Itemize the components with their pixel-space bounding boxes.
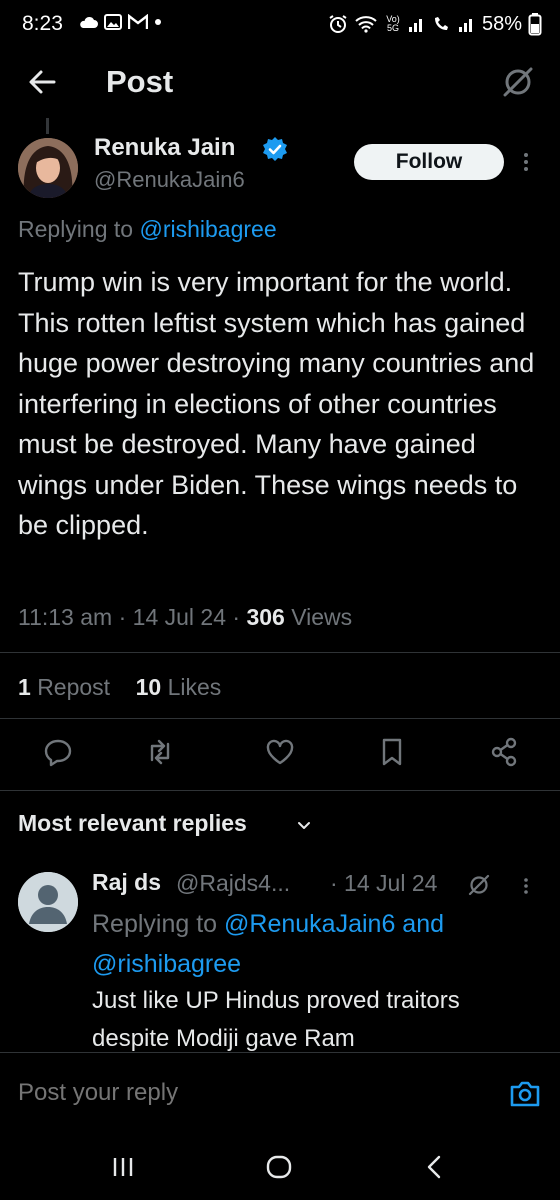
status-time: 8:23 [22, 12, 63, 35]
views-count: 306 [246, 604, 285, 630]
reply-text: Just like UP Hindus proved traitors desp… [92, 987, 460, 1052]
reposts-count: 1 [18, 674, 31, 700]
back-nav-icon[interactable] [420, 1152, 450, 1182]
reply-input[interactable] [18, 1079, 478, 1107]
views-label: Views [291, 604, 353, 630]
grok-icon[interactable] [466, 872, 492, 898]
gallery-icon [104, 14, 122, 30]
signal-icon-2 [458, 19, 472, 32]
replying-to-link[interactable]: @rishibagree [92, 950, 241, 978]
avatar-photo [18, 138, 78, 198]
more-options-icon[interactable] [514, 150, 538, 174]
recent-apps-icon[interactable] [108, 1152, 138, 1182]
system-nav-bar [0, 1140, 560, 1200]
replying-to-and: and [395, 910, 445, 938]
alarm-icon [329, 15, 347, 33]
follow-button[interactable]: Follow [354, 144, 504, 180]
status-bar: 8:23 Vo) 5G 58% [0, 0, 560, 52]
divider [0, 652, 560, 653]
reposts-stat[interactable]: 1 Repost [18, 674, 110, 700]
chevron-down-icon[interactable] [296, 818, 312, 834]
share-icon[interactable] [488, 736, 520, 768]
camera-icon[interactable] [508, 1077, 542, 1111]
like-icon[interactable] [264, 736, 296, 768]
likes-label: Likes [167, 674, 222, 700]
replying-to-prefix: Replying to [18, 216, 140, 242]
post-actions [0, 736, 560, 776]
wifi-icon [355, 16, 377, 33]
post-meta: 11:13 am · 14 Jul 24 · 306 Views [18, 604, 352, 631]
meta-separator: · [118, 604, 133, 630]
replying-to-link[interactable]: @rishibagree [139, 216, 276, 242]
grok-icon[interactable] [500, 64, 536, 100]
post-text: Trump win is very important for the worl… [18, 267, 535, 540]
status-notification-icons [78, 14, 162, 30]
reply-date[interactable]: · 14 Jul 24 [330, 870, 437, 897]
reply-composer [0, 1052, 560, 1140]
battery-icon [528, 13, 542, 36]
reposts-label: Repost [37, 674, 111, 700]
top-bar: Post [0, 52, 560, 114]
gmail-icon [128, 14, 148, 29]
page-title: Post [106, 64, 174, 99]
post-time[interactable]: 11:13 am [18, 604, 112, 630]
likes-stat[interactable]: 10 Likes [136, 674, 222, 700]
post-date[interactable]: 14 Jul 24 [133, 604, 226, 630]
reply-author-name[interactable]: Raj ds [92, 869, 161, 896]
likes-count: 10 [135, 674, 162, 700]
battery-percent: 58% [481, 12, 522, 35]
call-wifi-icon [434, 17, 448, 30]
verified-badge-icon [263, 137, 287, 161]
repost-icon[interactable] [144, 736, 176, 768]
meta-separator: · [232, 604, 247, 630]
replying-to-line: Replying to @rishibagree [18, 216, 277, 243]
replying-to-prefix: Replying to [92, 910, 225, 938]
divider [0, 790, 560, 791]
network-label: Vo) 5G [386, 14, 400, 33]
bookmark-icon[interactable] [376, 736, 408, 768]
replies-sort-toggle[interactable]: Most relevant replies [18, 810, 247, 837]
default-avatar-icon [18, 872, 78, 932]
author-handle[interactable]: @RenukaJain6 [94, 167, 245, 193]
author-name[interactable]: Renuka Jain [94, 134, 235, 162]
divider [0, 718, 560, 719]
reply-author-handle[interactable]: @Rajds4... [176, 870, 290, 897]
dot-icon [155, 19, 161, 25]
cloud-icon [80, 16, 98, 28]
more-options-icon[interactable] [516, 876, 536, 896]
replying-to-link[interactable]: @RenukaJain6 [224, 910, 395, 938]
signal-icon [408, 19, 422, 32]
avatar[interactable] [18, 138, 78, 198]
home-icon[interactable] [264, 1152, 294, 1182]
post-stats: 1 Repost 10 Likes [18, 674, 221, 701]
back-arrow-icon[interactable] [24, 64, 60, 100]
reply-icon[interactable] [42, 736, 74, 768]
status-system-icons: Vo) 5G 58% [328, 12, 542, 36]
reply-avatar[interactable] [18, 872, 78, 932]
thread-connector-line [46, 118, 49, 134]
reply-replying-to-line: Replying to @RenukaJain6 and @rishibagree [92, 904, 532, 984]
